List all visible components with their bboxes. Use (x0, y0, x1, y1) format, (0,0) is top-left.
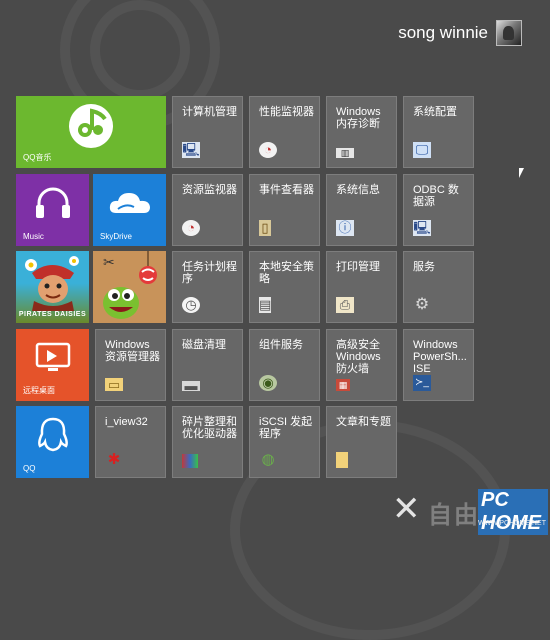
security-policy-icon: ▤ (259, 297, 272, 313)
watermark-x-logo: ✕ (392, 490, 421, 528)
mouse-cursor (519, 168, 524, 178)
tile-articles-topics[interactable]: 文章和专题 (326, 406, 397, 478)
tile-component-services[interactable]: 组件服务 ◉ (249, 329, 320, 401)
powershell-icon: ≻_ (413, 375, 431, 391)
disk-cleanup-icon: ▬ (182, 379, 200, 392)
tile-defragment-optimize[interactable]: 碎片整理和 优化驱动器 (172, 406, 243, 478)
tile-windows-firewall[interactable]: 高级安全 Windows 防火墙 ▦ (326, 329, 397, 401)
svg-text:✂: ✂ (103, 255, 115, 271)
tile-local-security-policy[interactable]: 本地安全策 略 ▤ (249, 251, 320, 323)
tile-resource-monitor[interactable]: 资源监视器 ◔ (172, 174, 243, 246)
music-disc-icon (16, 96, 166, 154)
tile-memory-diagnostic[interactable]: Windows 内存诊断 ▥ (326, 96, 397, 168)
printer-icon: ⎙ (336, 297, 354, 313)
tile-irfanview[interactable]: i_view32 ✱ (95, 406, 166, 478)
tile-label: i_view32 (105, 416, 148, 428)
resource-monitor-icon: ◔ (182, 220, 200, 236)
tile-skydrive[interactable]: SkyDrive (93, 174, 166, 246)
tile-label: 性能监视器 (259, 106, 314, 118)
tile-performance-monitor[interactable]: 性能监视器 ◔ (249, 96, 320, 168)
avatar[interactable] (496, 20, 522, 46)
remote-desktop-icon (16, 329, 89, 387)
tile-label: 磁盘清理 (182, 339, 226, 351)
red-cat-icon: ✱ (107, 451, 121, 468)
tile-label: 碎片整理和 优化驱动器 (182, 416, 237, 440)
gear-icon: ⚙ (414, 296, 430, 313)
user-account[interactable]: song winnie (398, 20, 522, 46)
firewall-icon: ▦ (336, 379, 350, 391)
folder-icon: ▭ (105, 378, 123, 391)
watermark: ✕ 自由互联 PC HOME WWW.PCHOME.NET (348, 487, 548, 535)
memory-chip-icon: ▥ (336, 148, 354, 158)
tile-computer-management[interactable]: 计算机管理 🖳 (172, 96, 243, 168)
game-title-label: PIRATES DAISIES (18, 311, 87, 318)
tile-cut-the-rope[interactable]: ✂ (93, 251, 166, 323)
tile-label: ODBC 数 据源 (413, 184, 459, 208)
background-swirl (90, 0, 190, 100)
user-name: song winnie (398, 23, 488, 42)
pchome-logo: PC HOME (478, 489, 548, 535)
system-configuration-icon: 🖵 (413, 142, 431, 158)
event-viewer-icon: ▯ (259, 220, 271, 236)
tile-qq-music[interactable]: QQ音乐 (16, 96, 166, 168)
tile-iscsi-initiator[interactable]: iSCSI 发起 程序 ◍ (249, 406, 320, 478)
pirate-character-image (25, 256, 79, 311)
tile-label: 系统信息 (336, 184, 380, 196)
tile-event-viewer[interactable]: 事件查看器 ▯ (249, 174, 320, 246)
performance-monitor-icon: ◔ (259, 142, 277, 158)
tile-label: 本地安全策 略 (259, 261, 314, 285)
tile-disk-cleanup[interactable]: 磁盘清理 ▬ (172, 329, 243, 401)
tile-label: 任务计划程 序 (182, 261, 237, 285)
tile-label: 高级安全 Windows 防火墙 (336, 339, 381, 375)
tile-music[interactable]: Music (16, 174, 89, 246)
tile-system-information[interactable]: 系统信息 ⓘ (326, 174, 397, 246)
system-information-icon: ⓘ (336, 220, 354, 236)
clock-icon: ◷ (182, 297, 200, 313)
globe-icon: ◍ (261, 451, 275, 468)
headphones-icon (16, 174, 89, 232)
tile-label: Windows 资源管理器 (105, 339, 160, 363)
tile-qq[interactable]: QQ (16, 406, 89, 478)
tile-label: 组件服务 (259, 339, 303, 351)
tile-print-management[interactable]: 打印管理 ⎙ (326, 251, 397, 323)
tile-label: 事件查看器 (259, 184, 314, 196)
tile-system-configuration[interactable]: 系统配置 🖵 (403, 96, 474, 168)
tile-label: Windows 内存诊断 (336, 106, 381, 130)
tile-remote-desktop[interactable]: 远程桌面 (16, 329, 89, 401)
tile-label: SkyDrive (100, 232, 133, 241)
tile-label: QQ音乐 (23, 153, 52, 162)
computer-management-icon: 🖳 (182, 142, 200, 158)
tile-windows-explorer[interactable]: Windows 资源管理器 ▭ (95, 329, 166, 401)
tile-label: iSCSI 发起 程序 (259, 416, 313, 440)
tile-odbc-data-sources[interactable]: ODBC 数 据源 🖳 (403, 174, 474, 246)
folder-icon (336, 452, 348, 468)
tile-label: QQ (23, 464, 36, 473)
qq-penguin-icon (16, 406, 89, 464)
tile-label: Windows PowerSh... ISE (413, 339, 467, 375)
odbc-icon: 🖳 (413, 220, 431, 236)
tile-pirates-daisies[interactable]: PIRATES DAISIES (16, 251, 89, 323)
tile-powershell-ise[interactable]: Windows PowerSh... ISE ≻_ (403, 329, 474, 401)
om-nom-game-image: ✂ (93, 251, 166, 323)
cloud-icon (93, 174, 166, 232)
watermark-url: WWW.PCHOME.NET (477, 520, 546, 527)
tile-task-scheduler[interactable]: 任务计划程 序 ◷ (172, 251, 243, 323)
component-services-icon: ◉ (259, 375, 277, 391)
tile-label: 服务 (413, 261, 435, 273)
tile-label: 系统配置 (413, 106, 457, 118)
tile-label: 远程桌面 (23, 386, 55, 395)
tile-label: 文章和专题 (336, 416, 391, 428)
tile-label: 计算机管理 (182, 106, 237, 118)
defrag-icon (182, 454, 198, 468)
tile-services[interactable]: 服务 ⚙ (403, 251, 474, 323)
tile-label: 资源监视器 (182, 184, 237, 196)
tile-label: 打印管理 (336, 261, 380, 273)
tile-label: Music (23, 232, 44, 241)
